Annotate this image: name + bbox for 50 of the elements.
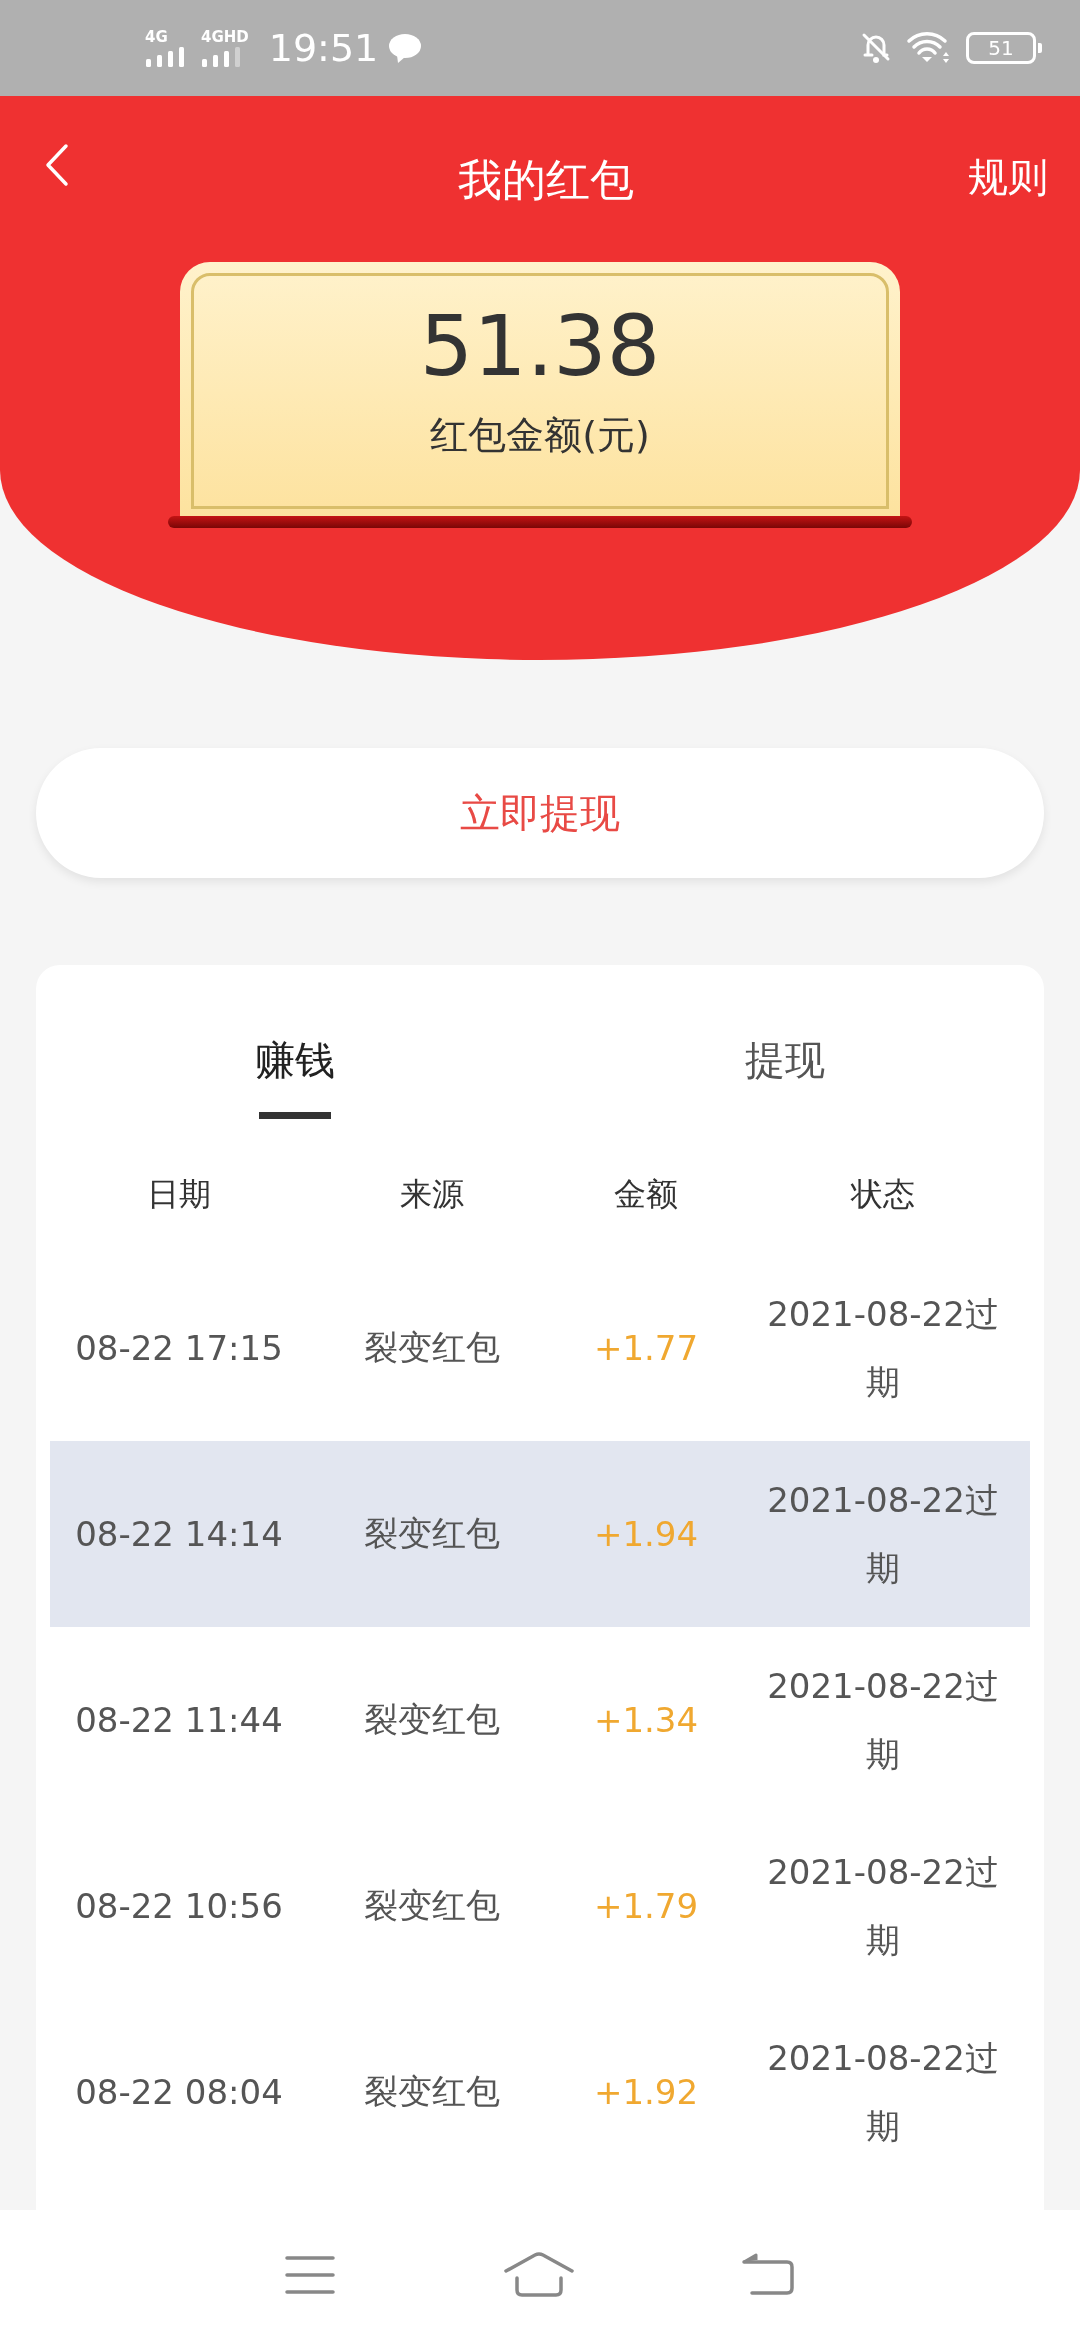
back-icon[interactable] [44,143,70,187]
tab[interactable]: 提现 [737,1029,833,1092]
source-cell-text: 裂变红包 [363,1884,501,1927]
signal-icon [145,45,185,67]
signal-icon [201,45,241,67]
date-cell-text: 08-22 17:15 [74,1328,284,1368]
amount-cell-text: +1.34 [592,1700,700,1740]
amount-cell-text: +1.92 [592,2072,700,2112]
record-row[interactable]: 08-22 11:44 裂变红包 +1.34 2021-08-22过期 [50,1627,1030,1813]
page-title: 我的红包 [458,152,634,207]
record-row[interactable]: 08-22 14:14 裂变红包 +1.94 2021-08-22过期 [50,1441,1030,1627]
source-cell-text: 裂变红包 [363,1326,501,1369]
status-cell-text: 2021-08-22过期 [766,1665,1000,1776]
tab-indicator [259,1112,331,1119]
date-cell-text: 08-22 10:56 [74,1886,284,1926]
rules-link[interactable]: 规则 [968,149,1048,205]
record-row[interactable]: 08-22 08:04 裂变红包 +1.92 2021-08-22过期 [50,1999,1030,2185]
column-header: 金额 [613,1174,679,1215]
network-label: 4GHD [201,29,249,45]
record-row[interactable]: 08-22 10:56 裂变红包 +1.79 2021-08-22过期 [50,1813,1030,1999]
balance-amount: 51.38 [419,296,661,396]
column-header: 状态 [849,1174,916,1215]
menu-icon[interactable] [283,2254,336,2296]
amount-cell-text: +1.94 [592,1514,700,1554]
date-cell-text: 08-22 08:04 [74,2072,284,2112]
column-header: 来源 [399,1174,465,1215]
source-cell-text: 裂变红包 [363,1698,501,1741]
status-cell-text: 2021-08-22过期 [766,1293,1000,1404]
column-header: 日期 [146,1174,212,1215]
date-cell-text: 08-22 14:14 [74,1514,284,1554]
status-cell-text: 2021-08-22过期 [766,1851,1000,1962]
clock: 19:51 [268,26,379,70]
bell-muted-icon [860,31,892,65]
home-icon[interactable] [503,2252,575,2298]
withdraw-button[interactable]: 立即提现 [36,748,1044,878]
date-cell-text: 08-22 11:44 [74,1700,284,1740]
network-label: 4G [145,29,168,45]
source-cell-text: 裂变红包 [363,2070,501,2113]
wifi-icon [906,32,952,64]
balance-label: 红包金额(元) [430,412,650,459]
chat-bubble-icon [388,33,423,63]
source-cell-text: 裂变红包 [363,1512,501,1555]
record-row[interactable]: 08-22 17:15 裂变红包 +1.77 2021-08-22过期 [50,1255,1030,1441]
battery-icon: 51 [966,32,1036,64]
tab[interactable]: 赚钱 [247,1029,343,1092]
status-cell-text: 2021-08-22过期 [766,1479,1000,1590]
back-icon[interactable] [742,2253,797,2297]
amount-cell-text: +1.79 [592,1886,700,1926]
amount-cell-text: +1.77 [592,1328,700,1368]
status-cell-text: 2021-08-22过期 [766,2037,1000,2148]
